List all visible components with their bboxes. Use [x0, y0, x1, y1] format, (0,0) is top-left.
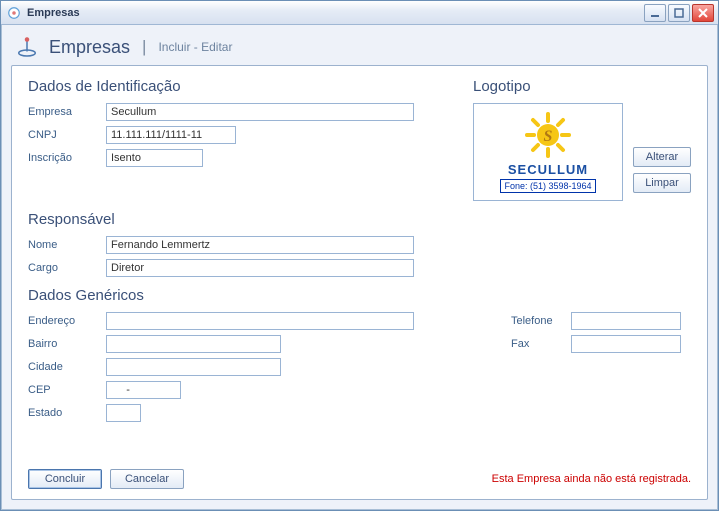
fax-input[interactable] [571, 335, 681, 353]
minimize-button[interactable] [644, 4, 666, 22]
close-button[interactable] [692, 4, 714, 22]
limpar-button[interactable]: Limpar [633, 173, 691, 193]
maximize-button[interactable] [668, 4, 690, 22]
form-footer: Concluir Cancelar Esta Empresa ainda não… [28, 469, 691, 489]
app-icon [7, 6, 21, 20]
cnpj-input[interactable] [106, 126, 236, 144]
genericos-title: Dados Genéricos [28, 287, 691, 304]
cidade-input[interactable] [106, 358, 281, 376]
nome-label: Nome [28, 239, 106, 251]
window-controls [644, 4, 714, 22]
telefone-input[interactable] [571, 312, 681, 330]
app-window: Empresas Empresas | Incluir - Editar [0, 0, 719, 511]
alterar-button[interactable]: Alterar [633, 147, 691, 167]
page-header: Empresas | Incluir - Editar [1, 25, 718, 65]
titlebar: Empresas [1, 1, 718, 25]
bairro-label: Bairro [28, 338, 106, 350]
inscricao-label: Inscrição [28, 152, 106, 164]
nome-input[interactable] [106, 236, 414, 254]
svg-text:S: S [544, 128, 553, 145]
status-message: Esta Empresa ainda não está registrada. [492, 473, 691, 485]
empresa-label: Empresa [28, 106, 106, 118]
empresa-input[interactable] [106, 103, 414, 121]
telefone-label: Telefone [511, 315, 571, 327]
responsavel-title: Responsável [28, 211, 691, 228]
logo-brand-text: SECULLUM [500, 162, 595, 177]
window-title: Empresas [27, 7, 644, 19]
cep-label: CEP [28, 384, 106, 396]
form-panel: Dados de Identificação Empresa CNPJ Insc… [11, 65, 708, 500]
identificacao-title: Dados de Identificação [28, 78, 453, 95]
fax-label: Fax [511, 338, 571, 350]
page-title: Empresas [49, 37, 130, 58]
logotipo-section: Logotipo [473, 74, 691, 201]
cep-input[interactable] [106, 381, 181, 399]
inscricao-input[interactable] [106, 149, 203, 167]
header-icon [15, 35, 39, 59]
cargo-input[interactable] [106, 259, 414, 277]
concluir-button[interactable]: Concluir [28, 469, 102, 489]
logo-phone-text: Fone: (51) 3598-1964 [500, 179, 595, 193]
endereco-label: Endereço [28, 315, 106, 327]
identificacao-section: Dados de Identificação Empresa CNPJ Insc… [28, 74, 453, 172]
header-separator: | [142, 37, 146, 57]
sun-icon: S [516, 111, 580, 159]
bairro-input[interactable] [106, 335, 281, 353]
page-subtitle: Incluir - Editar [158, 40, 232, 54]
estado-input[interactable] [106, 404, 141, 422]
cnpj-label: CNPJ [28, 129, 106, 141]
endereco-input[interactable] [106, 312, 414, 330]
estado-label: Estado [28, 407, 106, 419]
logotipo-title: Logotipo [473, 78, 691, 95]
cargo-label: Cargo [28, 262, 106, 274]
logo-preview: S SECULLUM Fone: (51) 3598-1964 [473, 103, 623, 201]
cidade-label: Cidade [28, 361, 106, 373]
cancelar-button[interactable]: Cancelar [110, 469, 184, 489]
